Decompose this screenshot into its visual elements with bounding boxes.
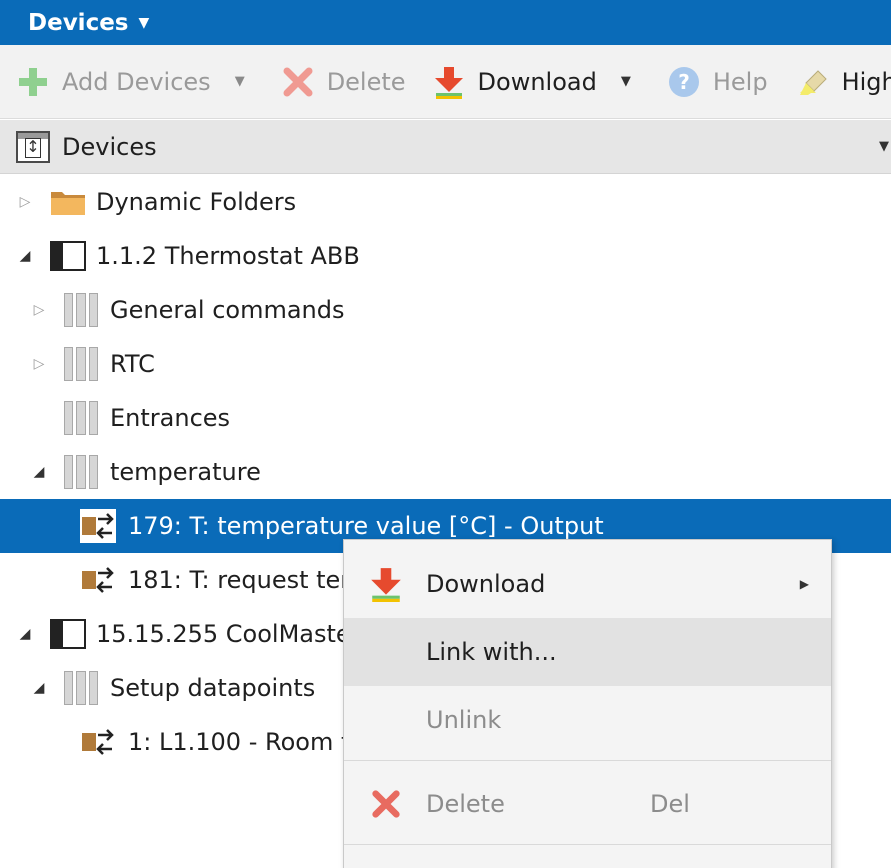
menu-item-label: Link with... <box>426 638 557 666</box>
highlight-label: Highlight <box>841 67 891 96</box>
menu-item-download[interactable]: Download ▶ <box>344 550 831 618</box>
expand-arrow-icon[interactable]: ▷ <box>32 356 46 372</box>
menu-item-delete[interactable]: Delete Del <box>344 770 831 838</box>
add-devices-dropdown-icon[interactable]: ▼ <box>235 74 245 89</box>
svg-text:?: ? <box>678 70 690 94</box>
context-menu: Download ▶ Link with... Unlink Delete De… <box>343 539 832 868</box>
expand-arrow-icon[interactable]: ▷ <box>18 194 32 210</box>
download-arrow-icon <box>432 65 466 99</box>
menu-separator <box>344 760 831 761</box>
collapse-arrow-icon[interactable]: ◢ <box>18 626 32 642</box>
collapse-arrow-icon[interactable]: ◢ <box>18 248 32 264</box>
tree-node-entrances[interactable]: Entrances <box>0 391 891 445</box>
help-button[interactable]: ? Help <box>667 45 768 118</box>
devices-title: Devices <box>28 9 129 36</box>
delete-label: Delete <box>326 67 406 96</box>
tree-node-label: Dynamic Folders <box>96 188 297 216</box>
tree-node-label: temperature <box>110 458 261 486</box>
tree-node-dynamic-folders[interactable]: ▷ Dynamic Folders <box>0 175 891 229</box>
datapoint-icon <box>80 509 116 543</box>
tree-node-label: RTC <box>110 350 155 378</box>
collapse-arrow-icon[interactable]: ◢ <box>32 680 46 696</box>
tree-node-label: 15.15.255 CoolMaster <box>96 620 361 648</box>
menu-item-label: Delete <box>426 790 505 818</box>
tree-node-label: 1.1.2 Thermostat ABB <box>96 242 360 270</box>
datapoint-icon <box>82 567 114 593</box>
highlighter-icon <box>796 65 830 99</box>
devices-title-bar[interactable]: Devices ▼ <box>0 0 891 45</box>
menu-item-label: Unlink <box>426 706 502 734</box>
collapse-arrow-icon[interactable]: ◢ <box>32 464 46 480</box>
toolbar: Add Devices ▼ Delete Download ▼ ? Help H… <box>0 45 891 119</box>
group-icon <box>64 401 98 435</box>
help-icon: ? <box>667 65 701 99</box>
delete-x-icon <box>281 65 315 99</box>
add-devices-button[interactable]: Add Devices <box>16 45 211 118</box>
submenu-arrow-icon: ▶ <box>799 577 809 591</box>
group-icon <box>64 671 98 705</box>
expand-arrow-icon[interactable]: ▷ <box>32 302 46 318</box>
folder-icon <box>51 192 85 215</box>
download-button[interactable]: Download <box>432 45 597 118</box>
download-arrow-icon <box>368 566 404 602</box>
tree-node-thermostat[interactable]: ◢ 1.1.2 Thermostat ABB <box>0 229 891 283</box>
device-icon <box>50 241 86 271</box>
plus-icon <box>16 65 50 99</box>
menu-item-link-with[interactable]: Link with... <box>344 618 831 686</box>
tree-node-label: Setup datapoints <box>110 674 316 702</box>
datapoint-icon <box>82 729 114 755</box>
download-label: Download <box>477 67 597 96</box>
tree-node-label: Entrances <box>110 404 231 432</box>
help-label: Help <box>712 67 768 96</box>
highlight-button[interactable]: Highlight <box>796 45 891 118</box>
panel-title: Devices <box>62 132 157 161</box>
menu-item-unlink[interactable]: Unlink <box>344 686 831 754</box>
chevron-down-icon[interactable]: ▼ <box>139 15 150 31</box>
devices-panel-header: Devices ▼ <box>0 120 891 174</box>
menu-separator <box>344 844 831 845</box>
download-dropdown-icon[interactable]: ▼ <box>621 74 631 89</box>
group-icon <box>64 347 98 381</box>
tree-node-label: General commands <box>110 296 345 324</box>
menu-item-label: Download <box>426 570 546 598</box>
delete-x-icon <box>368 786 404 822</box>
tree-node-label: 179: T: temperature value [°C] - Output <box>128 512 604 540</box>
menu-item-shortcut: Del <box>650 790 690 818</box>
tree-node-general-commands[interactable]: ▷ General commands <box>0 283 891 337</box>
group-icon <box>64 293 98 327</box>
tree-node-rtc[interactable]: ▷ RTC <box>0 337 891 391</box>
device-icon <box>50 619 86 649</box>
panel-window-icon <box>16 130 50 163</box>
tree-node-temperature[interactable]: ◢ temperature <box>0 445 891 499</box>
delete-button[interactable]: Delete <box>281 45 406 118</box>
group-icon <box>64 455 98 489</box>
panel-menu-chevron-icon[interactable]: ▼ <box>879 139 889 154</box>
add-devices-label: Add Devices <box>62 67 211 96</box>
